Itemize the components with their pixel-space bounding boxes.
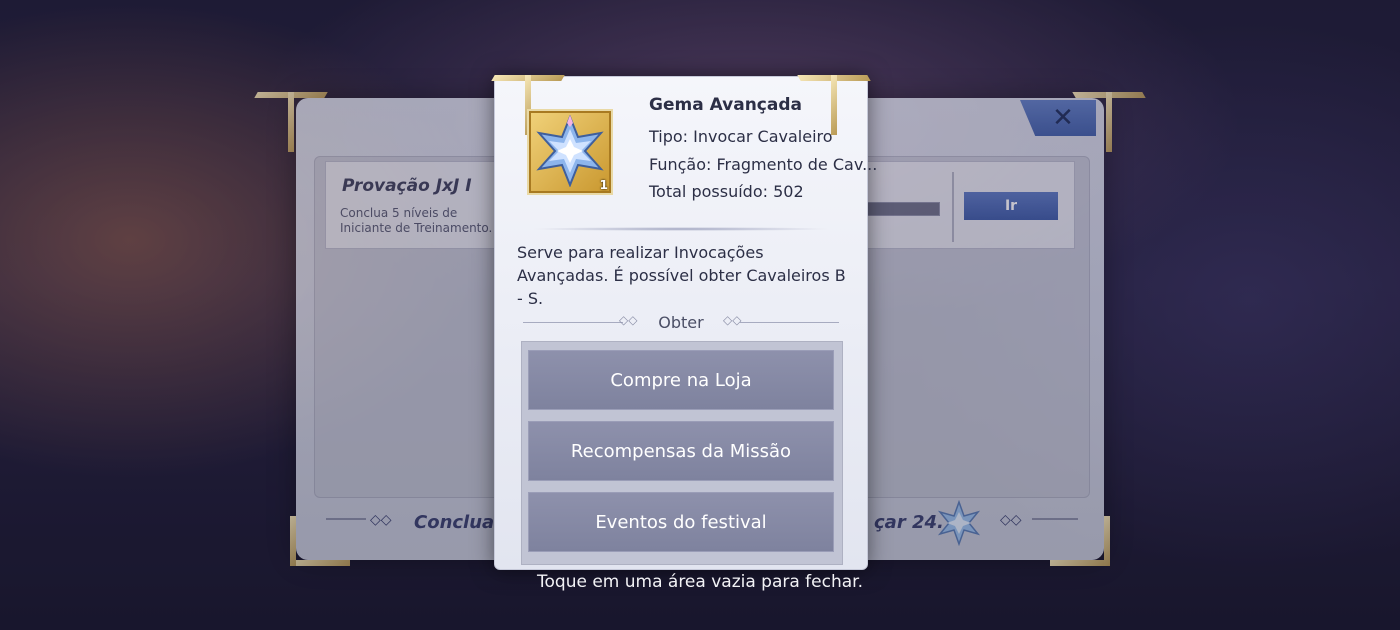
star-gem-icon xyxy=(937,500,981,546)
item-owned: Total possuído: 502 xyxy=(649,182,804,201)
go-button[interactable]: Ir xyxy=(964,192,1058,220)
source-shop-button[interactable]: Compre na Loja xyxy=(528,350,834,410)
close-button[interactable]: ✕ xyxy=(1020,100,1096,136)
divider xyxy=(326,518,366,520)
item-function: Função: Fragmento de Cav... xyxy=(649,155,878,174)
divider xyxy=(531,227,831,231)
divider xyxy=(1032,518,1078,520)
quest-title: Provação JxJ I xyxy=(342,176,472,196)
item-description: Serve para realizar Invocações Avançadas… xyxy=(517,243,846,308)
ornament-corner xyxy=(1050,506,1110,566)
item-count: 1 xyxy=(599,178,608,192)
diamond-ornament-icon: ◇◇ xyxy=(1000,512,1022,528)
ornament-corner xyxy=(256,92,316,152)
diamond-ornament-icon: ◇◇ xyxy=(370,512,392,528)
ornament-corner xyxy=(290,506,350,566)
close-hint: Toque em uma área vazia para fechar. xyxy=(537,572,863,592)
item-info-popup: 1 Gema Avançada Tipo: Invocar Cavaleiro … xyxy=(494,75,877,570)
obtain-header: ◇◇ Obter ◇◇ xyxy=(495,311,867,335)
item-name: Gema Avançada xyxy=(649,95,802,115)
reward-hint-text: çar 24. xyxy=(874,512,944,533)
divider xyxy=(739,322,839,323)
item-type: Tipo: Invocar Cavaleiro xyxy=(649,127,833,146)
gem-icon: 1 xyxy=(527,109,613,195)
source-mission-button[interactable]: Recompensas da Missão xyxy=(528,421,834,481)
divider xyxy=(952,172,954,242)
quest-progress-bar xyxy=(866,202,940,216)
ornament-corner xyxy=(809,75,869,135)
quest-description: Conclua 5 níveis de Iniciante de Treinam… xyxy=(340,206,493,235)
ornament-icon: ◇◇ xyxy=(723,313,742,327)
obtain-sources: Compre na Loja Recompensas da Missão Eve… xyxy=(521,341,843,565)
source-festival-button[interactable]: Eventos do festival xyxy=(528,492,834,552)
close-icon: ✕ xyxy=(1052,103,1074,133)
